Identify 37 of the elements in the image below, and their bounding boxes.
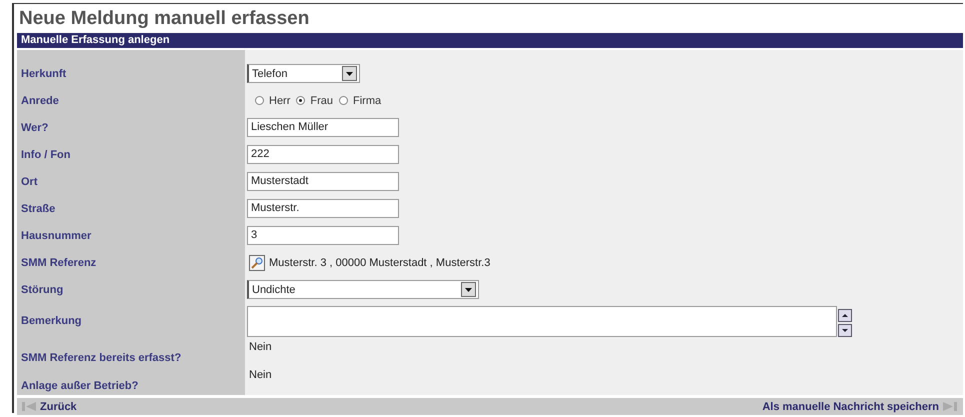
input-field[interactable]: Musterstadt <box>247 172 399 191</box>
field-value: Nein <box>249 341 272 353</box>
save-link[interactable]: Als manuelle Nachricht speichern <box>762 400 957 412</box>
page-title: Neue Meldung manuell erfassen <box>19 8 310 30</box>
section-header: Manuelle Erfassung anlegen <box>17 33 963 48</box>
radio-label: Frau <box>310 94 334 106</box>
reference-text: Musterstr. 3 , 00000 Musterstadt , Musterstr.3 <box>269 256 490 268</box>
scroll-up-icon[interactable] <box>838 308 852 322</box>
forward-icon <box>943 402 957 411</box>
input-field[interactable]: Musterstr. <box>247 199 399 218</box>
dropdown[interactable]: Telefon <box>247 64 360 83</box>
field-label: Anrede <box>21 94 59 106</box>
field-label: Info / Fon <box>21 148 70 160</box>
input-field[interactable]: 222 <box>247 145 399 164</box>
field-label: Herkunft <box>21 68 66 80</box>
radio-label: Herr <box>269 94 290 106</box>
field-label: Anlage außer Betrieb? <box>21 380 138 392</box>
radio-button[interactable] <box>255 96 264 105</box>
radio-label: Firma <box>353 94 382 106</box>
field-label: Straße <box>21 202 56 214</box>
magnifier-icon[interactable] <box>249 254 265 270</box>
dropdown[interactable]: Undichte <box>247 280 479 299</box>
input-field[interactable]: Lieschen Müller <box>247 118 399 137</box>
scroll-down-icon[interactable] <box>838 324 852 336</box>
field-label: SMM Referenz <box>21 256 96 268</box>
field-label: Störung <box>21 284 64 296</box>
field-label: Ort <box>21 176 38 188</box>
field-label: SMM Referenz bereits erfasst? <box>21 352 182 364</box>
radio-button[interactable] <box>339 96 348 105</box>
field-value: Nein <box>249 369 272 381</box>
back-link[interactable]: Zurück <box>22 400 77 412</box>
input-field[interactable]: 3 <box>247 226 399 245</box>
field-label: Wer? <box>21 122 48 134</box>
field-label: Hausnummer <box>21 230 92 242</box>
rewind-icon <box>22 402 36 411</box>
field-label: Bemerkung <box>21 315 82 327</box>
radio-button[interactable] <box>296 96 306 105</box>
